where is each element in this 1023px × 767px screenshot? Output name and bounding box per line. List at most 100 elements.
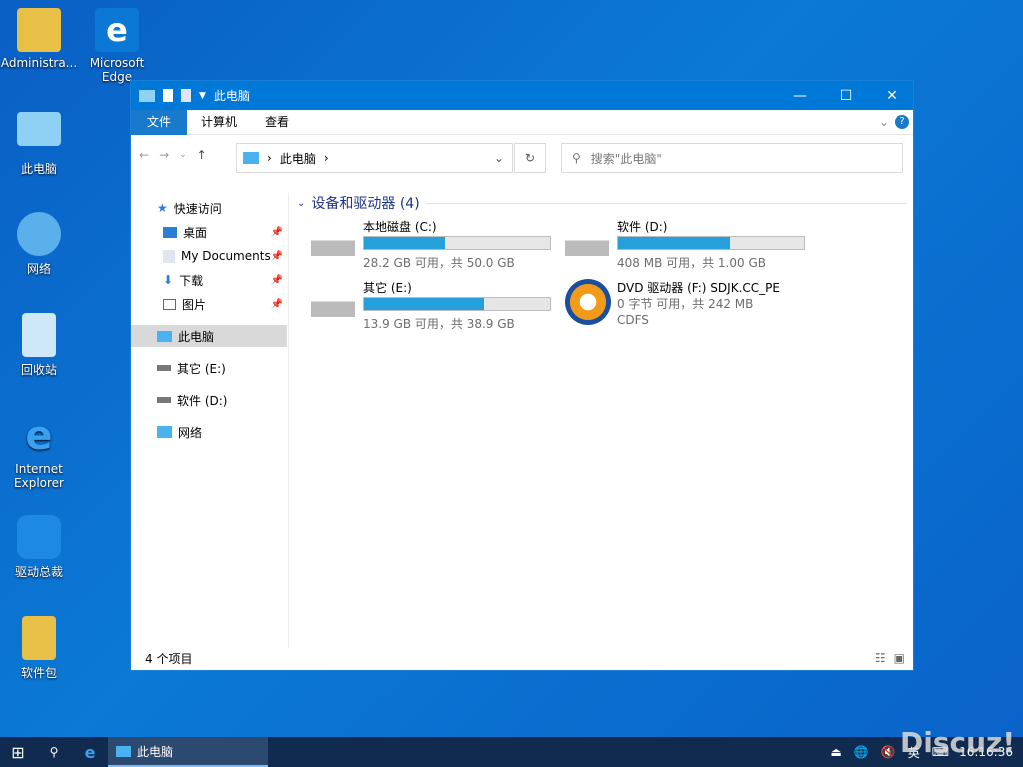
new-folder-icon[interactable] xyxy=(181,89,191,102)
desktop-icon-ie[interactable]: e Internet Explorer xyxy=(0,414,78,490)
desktop-icon-edge[interactable]: e Microsoft Edge xyxy=(78,8,156,84)
start-button[interactable]: ⊞ xyxy=(0,743,36,762)
network-icon xyxy=(17,212,61,256)
label: 快速访问 xyxy=(173,201,222,216)
sidebar-item-this-pc[interactable]: 此电脑 xyxy=(131,325,287,347)
recent-dropdown[interactable]: ⌄ xyxy=(179,150,187,160)
back-button[interactable]: ← xyxy=(139,148,149,162)
usage-bar xyxy=(363,297,551,311)
windows-drive-icon xyxy=(311,230,355,256)
label: 图片 xyxy=(182,297,207,312)
group-title: 设备和驱动器 (4) xyxy=(311,196,420,212)
download-icon: ⬇ xyxy=(163,273,174,287)
help-icon[interactable]: ? xyxy=(895,115,909,129)
desktop-icon-network[interactable]: 网络 xyxy=(0,212,78,277)
volume-muted-icon[interactable]: 🔇 xyxy=(875,745,902,759)
drive-c[interactable]: 本地磁盘 (C:) 28.2 GB 可用，共 50.0 GB xyxy=(311,218,561,274)
address-bar[interactable]: › 此电脑 › ⌄ xyxy=(236,143,513,173)
desktop-icon-administrator[interactable]: Administra... xyxy=(0,8,78,70)
close-button[interactable]: ✕ xyxy=(869,81,915,110)
sidebar-item-network[interactable]: 网络 xyxy=(131,421,287,443)
pictures-icon xyxy=(163,298,176,310)
label: Internet Explorer xyxy=(14,462,64,490)
search-icon[interactable]: ⚲ xyxy=(36,745,72,759)
sidebar-item-my-documents[interactable]: My Documents 📌 xyxy=(131,245,287,267)
tab-computer[interactable]: 计算机 xyxy=(187,110,251,135)
sidebar-item-drive-e[interactable]: 其它 (E:) xyxy=(131,357,287,379)
driver-gear-icon xyxy=(17,515,61,559)
pin-icon[interactable]: 📌 xyxy=(271,275,283,286)
desktop-icon-recycle-bin[interactable]: 回收站 xyxy=(0,313,78,378)
computer-icon xyxy=(243,152,259,164)
sidebar-item-drive-d[interactable]: 软件 (D:) xyxy=(131,389,287,411)
up-button[interactable]: ↑ xyxy=(197,148,207,162)
forward-button[interactable]: → xyxy=(159,148,169,162)
computer-icon xyxy=(116,745,131,757)
dvd-logo-icon xyxy=(565,279,611,325)
tab-view[interactable]: 查看 xyxy=(251,110,303,135)
window-title: 此电脑 xyxy=(213,89,250,103)
edge-taskbar-icon[interactable]: e xyxy=(72,743,108,762)
drive-d[interactable]: 软件 (D:) 408 MB 可用，共 1.00 GB xyxy=(565,218,815,274)
network-icon xyxy=(157,426,172,438)
label: 下载 xyxy=(179,273,204,288)
chevron-right-icon: › xyxy=(267,151,272,165)
minimize-button[interactable]: — xyxy=(777,81,823,110)
title-bar: ▼ 此电脑 — ☐ ✕ xyxy=(131,81,913,110)
watermark: Discuz! xyxy=(900,726,1016,759)
label: 桌面 xyxy=(183,225,208,240)
item-count: 4 个项目 xyxy=(145,651,193,666)
chevron-down-icon[interactable]: ▼ xyxy=(199,91,206,101)
label: 回收站 xyxy=(20,363,57,377)
pin-icon[interactable]: 📌 xyxy=(271,227,283,238)
usage-bar xyxy=(617,236,805,250)
computer-icon xyxy=(157,330,172,342)
breadcrumb-this-pc[interactable]: 此电脑 xyxy=(280,150,316,167)
usage-bar xyxy=(363,236,551,250)
drive-f-dvd[interactable]: DVD 驱动器 (F:) SDJK.CC_PE 0 字节 可用，共 242 MB C… xyxy=(565,279,815,335)
network-disconnected-icon[interactable]: 🌐 xyxy=(848,745,875,759)
search-input[interactable]: ⚲ 搜索"此电脑" xyxy=(561,143,903,173)
label: 此电脑 xyxy=(178,329,215,344)
label: 其它 (E:) xyxy=(177,361,226,376)
drive-size: 0 字节 可用，共 242 MB xyxy=(617,297,754,311)
drive-icon xyxy=(311,291,355,317)
desktop-icon-software[interactable]: 软件包 xyxy=(0,616,78,681)
sidebar-item-pictures[interactable]: 图片 📌 xyxy=(131,293,287,315)
desktop-icon-this-pc[interactable]: 此电脑 xyxy=(0,112,78,177)
pin-icon[interactable]: 📌 xyxy=(271,299,283,310)
usage-fill xyxy=(618,237,730,249)
file-explorer-window: ▼ 此电脑 — ☐ ✕ 文件 计算机 查看 ⌄ ? ← → ⌄ ↑ › 此电脑 … xyxy=(130,80,914,671)
label: 网络 xyxy=(178,425,203,440)
navigation-pane: ★ 快速访问 桌面 📌 My Documents 📌 ⬇ 下载 📌 图片 📌 此电脑 其它 … xyxy=(131,193,289,648)
taskbar: ⊞ ⚲ e 此电脑 ⏏ 🌐 🔇 英 ⌨ 16:16:36 xyxy=(0,737,1023,767)
pin-icon[interactable]: 📌 xyxy=(271,251,283,262)
desktop-icon-driver[interactable]: 驱动总裁 xyxy=(0,515,78,580)
search-placeholder: 搜索"此电脑" xyxy=(590,151,662,166)
label: 软件 (D:) xyxy=(177,393,228,408)
drive-e[interactable]: 其它 (E:) 13.9 GB 可用，共 38.9 GB xyxy=(311,279,561,335)
taskbar-app-this-pc[interactable]: 此电脑 xyxy=(108,737,268,767)
details-view-icon[interactable]: ☷ xyxy=(875,651,886,665)
drive-name: 其它 (E:) xyxy=(363,281,412,295)
tab-file[interactable]: 文件 xyxy=(131,109,187,135)
large-icons-view-icon[interactable]: ▣ xyxy=(894,651,905,665)
edge-icon: e xyxy=(95,8,139,52)
usage-fill xyxy=(364,237,446,249)
refresh-button[interactable]: ↻ xyxy=(514,143,546,173)
drive-name: 本地磁盘 (C:) xyxy=(363,220,437,234)
sidebar-item-quick-access[interactable]: ★ 快速访问 xyxy=(131,197,287,219)
maximize-button[interactable]: ☐ xyxy=(823,81,869,110)
properties-icon[interactable] xyxy=(163,89,173,102)
sidebar-item-desktop[interactable]: 桌面 📌 xyxy=(131,221,287,243)
search-icon: ⚲ xyxy=(572,151,581,165)
sidebar-item-downloads[interactable]: ⬇ 下载 📌 xyxy=(131,269,287,291)
chevron-right-icon[interactable]: › xyxy=(324,151,329,165)
label: 驱动总裁 xyxy=(14,565,63,579)
address-dropdown-icon[interactable]: ⌄ xyxy=(494,151,504,165)
drive-size: 408 MB 可用，共 1.00 GB xyxy=(617,256,766,270)
usb-icon[interactable]: ⏏ xyxy=(825,745,848,759)
group-header-devices[interactable]: ⌄ 设备和驱动器 (4) xyxy=(297,193,907,213)
expand-ribbon-icon[interactable]: ⌄ xyxy=(873,110,895,135)
label: Administra... xyxy=(0,56,78,70)
